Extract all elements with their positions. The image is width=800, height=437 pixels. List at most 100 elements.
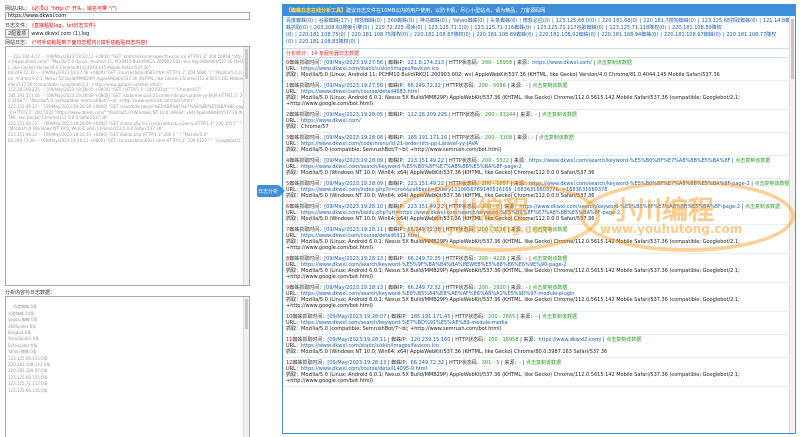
separator: | — [535, 32, 537, 38]
stat-text: 分析统计：14 条服务器日志数据 — [286, 50, 359, 57]
separator: | — [472, 32, 475, 38]
record-ref[interactable]: - — [535, 314, 537, 320]
log-textarea[interactable]: 223.104.4.17 - - [09/May/2023:19:27:12 +… — [5, 46, 250, 286]
separator: | — [351, 18, 353, 24]
separator: | — [448, 18, 451, 24]
record-ua: Chrome/57 — [301, 124, 329, 130]
analysis-text: 百度蜘蛛:0条 谷歌蜘蛛:14条 Sogou 蜘蛛:0条 360Spider:0… — [8, 304, 51, 393]
record-ref[interactable]: https://www.dkwxl.com/ — [532, 60, 592, 66]
spider-count-item: 360蜘蛛(0) — [387, 18, 415, 24]
file-row: 2配置项 www.dkwxl.com (1).log — [5, 29, 250, 38]
separator: | — [383, 18, 386, 24]
copy-button[interactable]: 点击复制该数据 — [735, 158, 770, 164]
ua-label: 抓取： — [286, 216, 302, 222]
header-prefix: 【蜘蛛日志在线分析工具】 — [286, 8, 347, 14]
analysis-scrollbar[interactable] — [243, 297, 249, 437]
ref-label: 来源： — [517, 135, 533, 141]
analysis-textarea[interactable]: 百度蜘蛛:0条 谷歌蜘蛛:14条 Sogou 蜘蛛:0条 360Spider:0… — [5, 296, 250, 437]
ref-label: 来源： — [504, 360, 520, 366]
record-ref[interactable]: - — [526, 83, 528, 89]
left-panel: 网站URL： (必须以 "http://" 开头，域名可带 "/") https… — [5, 4, 250, 437]
spider-count-item: 220.181.68(0) — [601, 18, 638, 24]
record-list: 0蜘蛛抓取时间：[09/May/2023:19:27:56 | 蜘蛛IP：221… — [283, 58, 795, 387]
record-item: 4蜘蛛抓取时间：[09/May/2023:19:28:09 | 蜘蛛IP：223… — [283, 156, 795, 179]
record-ref[interactable]: https://www.dkwxl.com/search/keyword-%E5… — [529, 158, 731, 164]
separator: | — [697, 18, 700, 24]
copy-button[interactable]: 点击复制该数据 — [532, 227, 567, 233]
log-label-row: 日志文件： (直接粘贴log，txt日志文件) — [5, 21, 250, 29]
copy-button[interactable]: 点击复制该数据 — [539, 135, 574, 141]
separator: | — [722, 32, 725, 38]
spider-count-item: 220.181.7搜狗蜘蛛(0) — [643, 18, 696, 24]
copy-button[interactable]: 点击复制该数据 — [532, 83, 567, 89]
separator: | — [371, 25, 374, 31]
result-scrollbar[interactable] — [789, 16, 795, 433]
record-ua: Mozilla/5.0 (Linux; Android 11; PCHM10 B… — [301, 72, 720, 78]
ua-label: 抓取： — [286, 72, 302, 78]
record-item: 12蜘蛛抓取时间：[09/May/2023:19:28:13 | 蜘蛛IP：66… — [283, 358, 795, 387]
rules-label-row: 网站日志： (*可手动粘贴到下面日志框内) (如手动粘贴日志内容) — [5, 38, 250, 46]
spider-count-item: 微软必应(0) — [522, 18, 550, 24]
copy-button[interactable]: 点击复制该数据 — [606, 337, 641, 343]
log-hint: (直接粘贴log，txt日志文件) — [32, 22, 96, 29]
record-ip: 112.28.209.225 — [407, 112, 448, 118]
analyze-button[interactable]: 日志分析 — [257, 185, 285, 197]
separator: | — [660, 32, 662, 38]
copy-button[interactable]: 点击复制该数据 — [597, 60, 632, 66]
record-ref[interactable]: - — [526, 227, 528, 233]
ua-label: 抓取： — [286, 170, 302, 176]
record-ua: Mozilla/5.0 (compatible; SemrushBot/7~bl… — [301, 326, 502, 332]
record-ref[interactable]: - — [535, 112, 537, 118]
record-ref[interactable]: - — [532, 135, 534, 141]
code-label: HTTP状态码： — [448, 60, 482, 66]
spider-count-item: 123.125.68.0(0) — [555, 18, 597, 24]
record-code: 200 - 5686 — [478, 83, 506, 89]
record-ref[interactable]: https://www.dkwxl2.com/ — [538, 337, 601, 343]
separator: | — [295, 32, 297, 38]
separator: | — [486, 18, 489, 24]
record-item: 10蜘蛛抓取时间：[09/May/2023:19:28:07 | 蜘蛛IP：18… — [283, 312, 795, 335]
separator: | — [605, 25, 608, 31]
separator: | — [598, 18, 600, 24]
ip-label: 蜘蛛IP： — [387, 112, 408, 118]
record-ua: Mozilla/5.0 (Linux; Android 6.0.1; Nexus… — [286, 268, 740, 280]
record-ua: Mozilla/5.0 (Windows NT 10.0; Win64; x64… — [301, 216, 595, 222]
ua-label: 抓取： — [286, 326, 302, 332]
log-scrollbar[interactable] — [243, 47, 249, 285]
record-code: 301 - 5 — [481, 360, 500, 366]
record-item: 8蜘蛛抓取时间：[09/May/2023:19:28:13 | 蜘蛛IP：66.… — [283, 254, 795, 283]
ref-label: 来源： — [517, 60, 533, 66]
record-item: 6蜘蛛抓取时间：[09/May/2023:19:28:10 | 蜘蛛IP：223… — [283, 202, 795, 225]
spider-count-item: 220.181.108.87降权(0) — [413, 32, 471, 38]
code-label: HTTP状态码： — [445, 83, 479, 89]
rules-hint2: (如手动粘贴日志内容) — [98, 39, 148, 46]
record-ref[interactable]: - — [519, 360, 521, 366]
spider-count-item: 百度蜘蛛(0) — [286, 18, 314, 24]
choose-file-button[interactable]: 2配置项 — [5, 29, 30, 38]
record-code: 200 - 3108 — [484, 135, 513, 141]
record-item: 11蜘蛛抓取时间：[09/May/2023:19:28:11 | 蜘蛛IP：12… — [283, 335, 795, 358]
record-code: 200 - 16958 — [488, 337, 519, 343]
url-hint: (必须以 "http://" 开头，域名可带 "/") — [31, 5, 117, 12]
ref-label: 来源： — [523, 337, 539, 343]
log-text: 223.104.4.17 - - [09/May/2023:19:27:12 +… — [8, 53, 247, 143]
copy-button[interactable]: 点击复制该数据 — [542, 314, 577, 320]
copy-button[interactable]: 点击复制该数据 — [526, 360, 561, 366]
separator: | — [668, 25, 670, 31]
ref-label: 来源： — [510, 83, 526, 89]
code-label: HTTP状态码： — [452, 112, 485, 118]
spider-count-item: 220.181.108.75降权(0) — [351, 32, 409, 38]
record-item: 5蜘蛛抓取时间：[09/May/2023:19:28:09 | 蜘蛛IP：223… — [283, 179, 795, 202]
url-input[interactable]: https://www.dkwxl.com — [5, 12, 250, 20]
result-panel: 【蜘蛛日志在线分析工具】 建议日志文件在10MB以内的用户使用，以防卡顿，尽心小… — [282, 4, 796, 434]
separator: | — [597, 32, 600, 38]
copy-button[interactable]: 点击复制该数据 — [745, 204, 780, 210]
record-ua: Mozilla/5.0 (Linux; Android 6.0.1; Nexus… — [286, 297, 740, 309]
spider-count-item: 220.181.108.89蜘蛛(0) — [476, 32, 534, 38]
copy-button[interactable]: 点击复制该数据 — [755, 181, 790, 187]
copy-button[interactable]: 点击复制该数据 — [542, 112, 577, 118]
rules-hint: (*可手动粘贴到下面日志框内) — [32, 39, 99, 46]
record-ua: Mozilla/5.0 (Linux; Android 6.0.1; Nexus… — [286, 239, 740, 251]
code-label: HTTP状态码： — [445, 227, 479, 233]
spider-count-item: 123.125.71.1(0) — [428, 25, 469, 31]
